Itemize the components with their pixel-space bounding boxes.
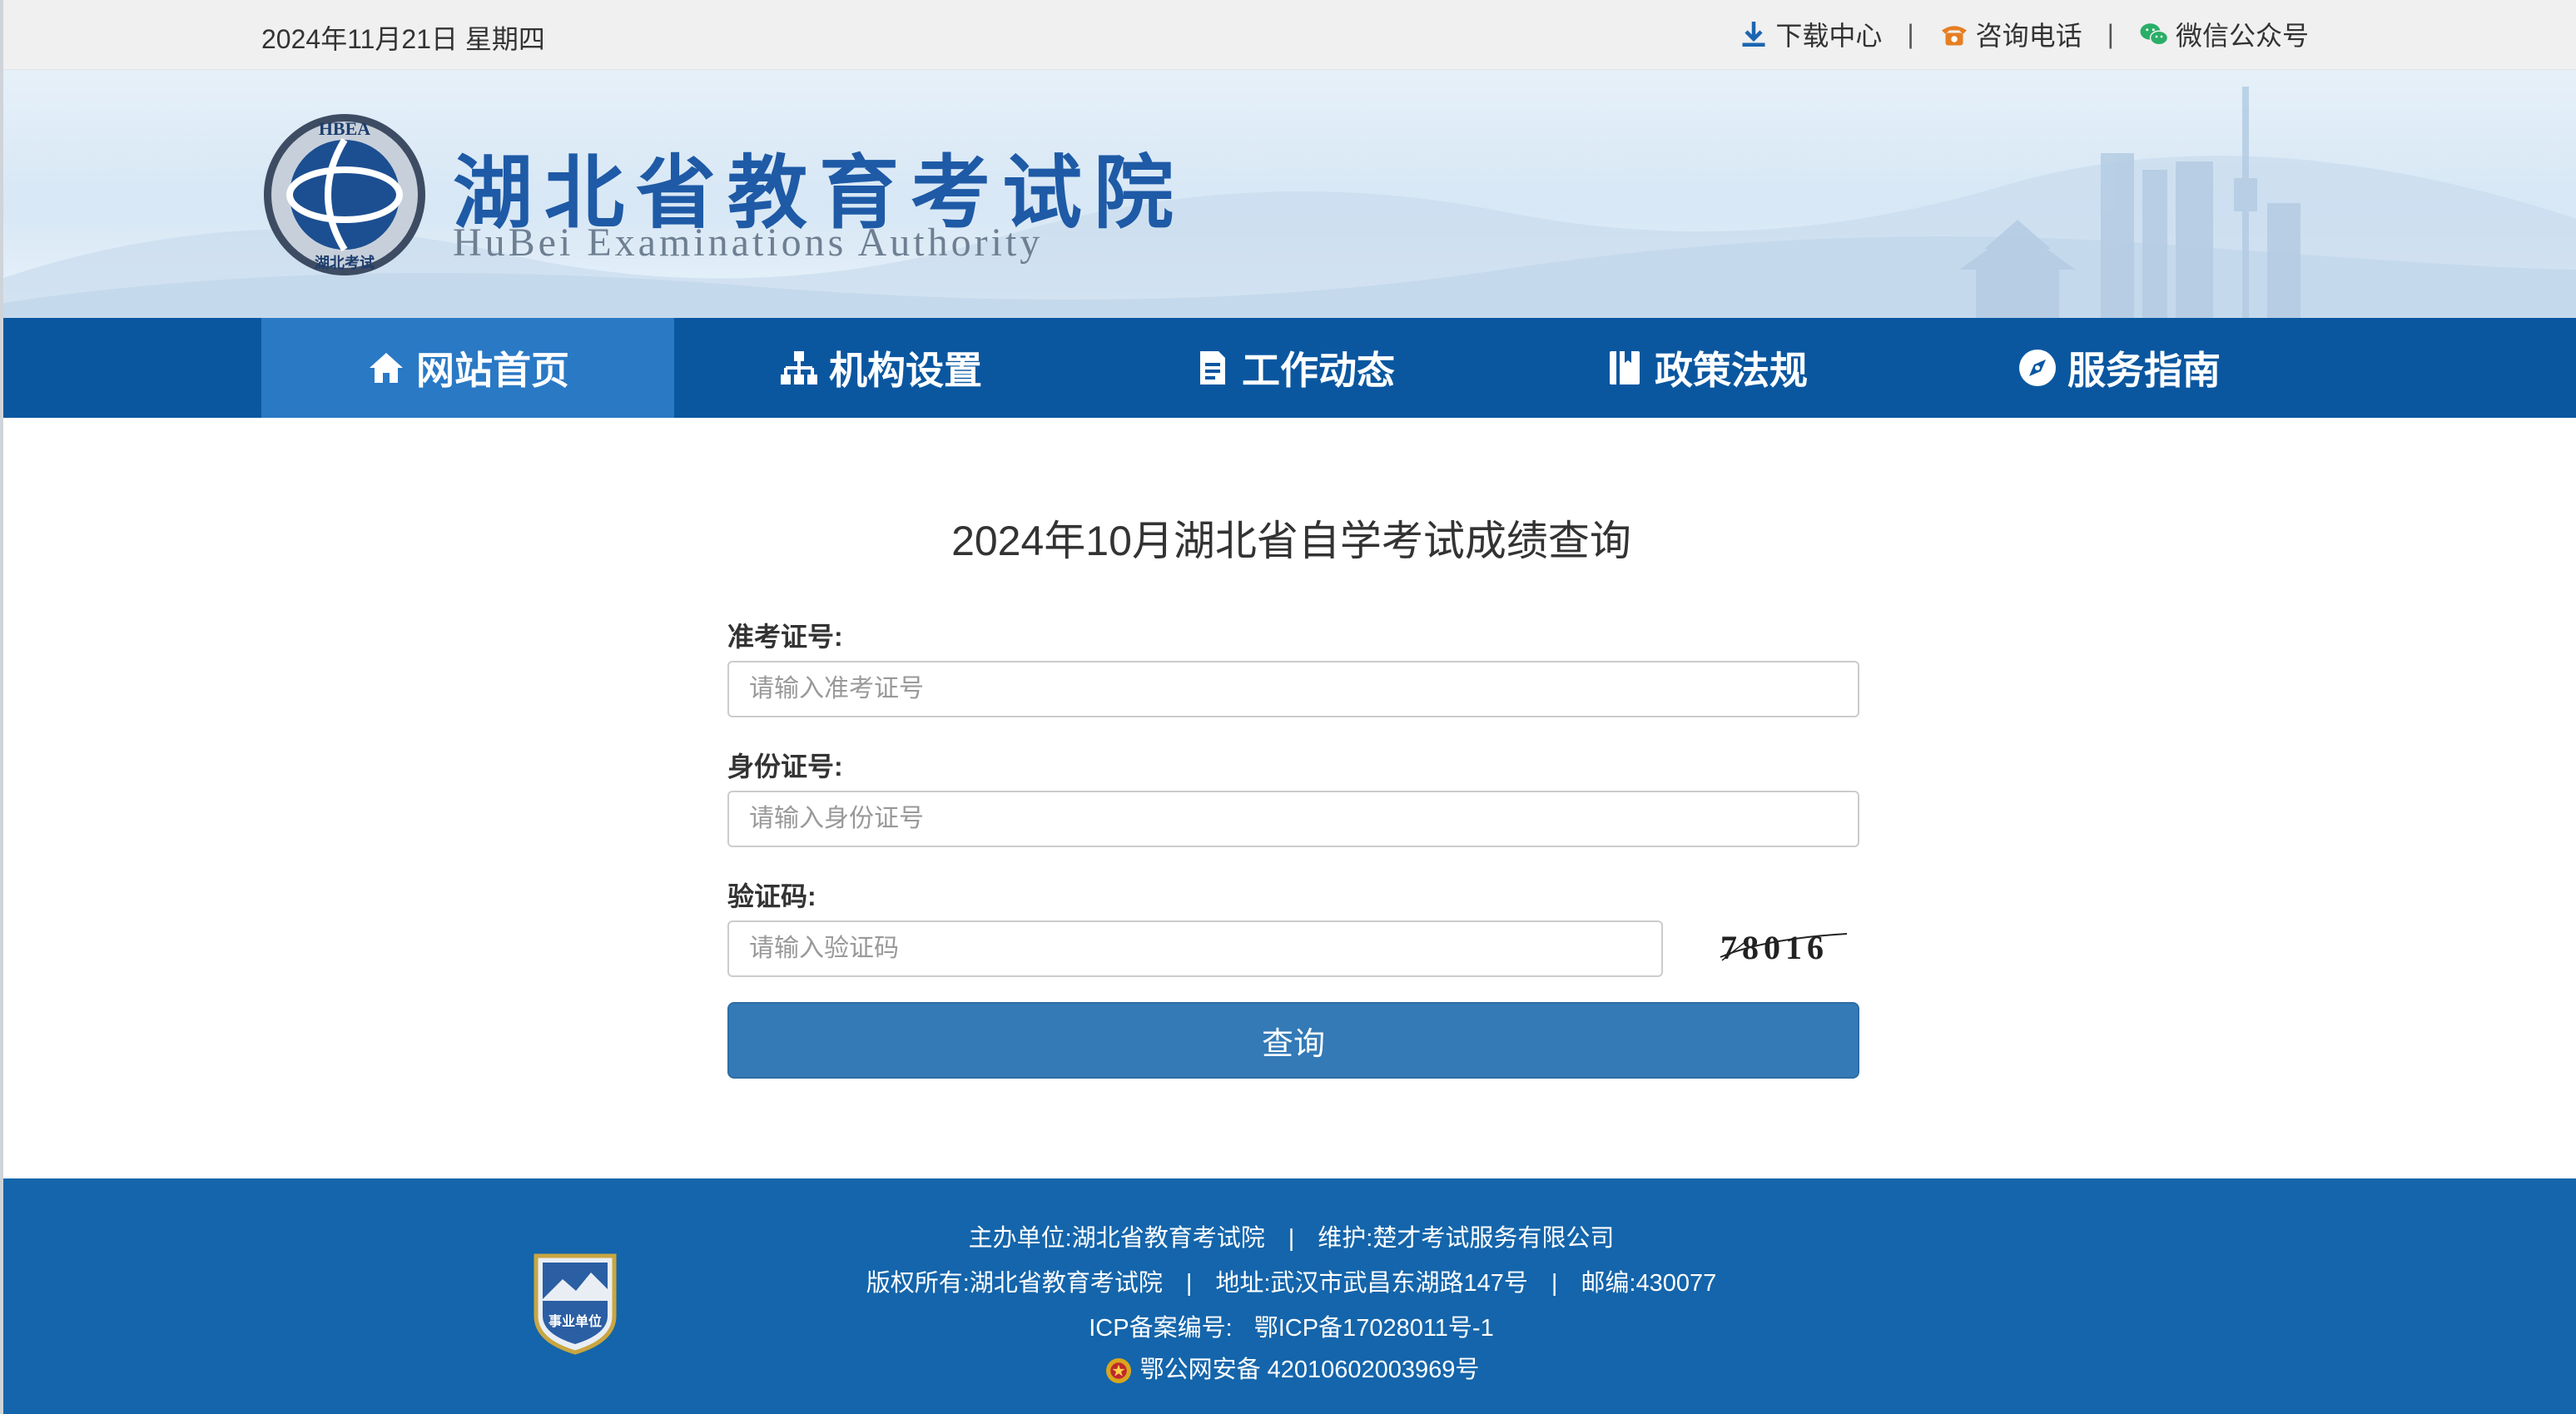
wechat-icon xyxy=(2140,23,2169,46)
police-emblem-icon xyxy=(1105,1358,1131,1384)
document-icon xyxy=(1200,351,1225,385)
download-icon xyxy=(1742,22,1765,47)
emblem-bottom-text: 湖北考试 xyxy=(315,254,375,272)
admission-number-input[interactable] xyxy=(727,661,1859,717)
footer-postcode: 邮编:430077 xyxy=(1581,1270,1717,1297)
footer-maintainer: 维护:楚才考试服务有限公司 xyxy=(1318,1225,1615,1252)
header-banner: HBEA 湖北考试 湖北省教育考试院 HuBei Examinations Au… xyxy=(3,70,2576,318)
footer: 事业单位 主办单位:湖北省教育考试院 | 维护:楚才考试服务有限公司 版权所有:湖北… xyxy=(3,1178,2576,1414)
query-submit-button[interactable]: 查询 xyxy=(727,1002,1859,1079)
footer-line-copyright: 版权所有:湖北省教育考试院 | 地址:武汉市武昌东湖路147号 | 邮编:430077 xyxy=(3,1263,2576,1298)
captcha-image[interactable]: 78016 xyxy=(1714,922,1855,972)
top-bar: 2024年11月21日 星期四 下载中心 | 咨询电话 | 微信公众号 xyxy=(3,0,2576,70)
captcha-input[interactable] xyxy=(727,920,1663,977)
id-number-input[interactable] xyxy=(727,791,1859,847)
site-subtitle: HuBei Examinations Authority xyxy=(453,221,1044,265)
current-date: 2024年11月21日 星期四 xyxy=(261,24,545,54)
nav-item-policies[interactable]: 政策法规 xyxy=(1500,318,1913,418)
nav-item-work-news[interactable]: 工作动态 xyxy=(1087,318,1500,418)
separator: | xyxy=(1185,1270,1193,1297)
org-chart-icon xyxy=(781,351,817,385)
separator: | xyxy=(1907,18,1914,49)
separator: | xyxy=(1288,1225,1295,1252)
nav-label: 机构设置 xyxy=(829,349,982,392)
footer-icp-link[interactable]: 鄂ICP备17028011号-1 xyxy=(1254,1315,1494,1342)
phone-icon xyxy=(1941,26,1967,46)
captcha-text: 78016 xyxy=(1720,929,1829,966)
admission-number-label: 准考证号: xyxy=(727,622,843,652)
separator: | xyxy=(2107,18,2114,49)
consult-phone-link[interactable]: 咨询电话 xyxy=(1939,15,2082,53)
submit-label: 查询 xyxy=(1261,1026,1325,1062)
query-form-title: 2024年10月湖北省自学考试成绩查询 xyxy=(951,518,1631,564)
top-links: 下载中心 | 咨询电话 | 微信公众号 xyxy=(1739,15,2309,53)
separator: | xyxy=(1551,1270,1558,1297)
wechat-account-label: 微信公众号 xyxy=(2175,21,2309,51)
emblem-letters: HBEA xyxy=(319,118,370,139)
wechat-account-link[interactable]: 微信公众号 xyxy=(2139,15,2309,53)
page-frame: 2024年11月21日 星期四 下载中心 | 咨询电话 | 微信公众号 HBEA… xyxy=(0,0,2576,1414)
footer-police-record-link[interactable]: 鄂公网安备 42010602003969号 xyxy=(1140,1357,1480,1383)
download-center-link[interactable]: 下载中心 xyxy=(1739,15,1882,53)
nav-label: 服务指南 xyxy=(2067,349,2221,392)
footer-line-host: 主办单位:湖北省教育考试院 | 维护:楚才考试服务有限公司 xyxy=(3,1218,2576,1253)
hbea-logo-emblem: HBEA 湖北考试 xyxy=(264,114,425,275)
footer-line-police: 鄂公网安备 42010602003969号 xyxy=(3,1350,2576,1386)
compass-icon xyxy=(2019,350,2056,386)
footer-address: 地址:武汉市武昌东湖路147号 xyxy=(1215,1270,1528,1297)
consult-phone-label: 咨询电话 xyxy=(1975,21,2082,51)
home-icon xyxy=(370,353,403,383)
nav-label: 政策法规 xyxy=(1655,349,1808,392)
nav-item-service-guide[interactable]: 服务指南 xyxy=(1913,318,2325,418)
nav-label: 网站首页 xyxy=(416,349,569,392)
footer-line-icp: ICP备案编号: 鄂ICP备17028011号-1 xyxy=(3,1308,2576,1343)
download-center-label: 下载中心 xyxy=(1775,21,1883,51)
nav-item-organization[interactable]: 机构设置 xyxy=(674,318,1087,418)
captcha-label: 验证码: xyxy=(727,881,816,911)
footer-copyright: 版权所有:湖北省教育考试院 xyxy=(866,1270,1163,1297)
nav-label: 工作动态 xyxy=(1242,349,1395,392)
main-nav: 网站首页 机构设置 工作动态 政策法规 服务指南 xyxy=(3,318,2576,418)
footer-host: 主办单位:湖北省教育考试院 xyxy=(968,1225,1265,1252)
footer-icp-label: ICP备案编号: xyxy=(1089,1315,1233,1342)
nav-item-home[interactable]: 网站首页 xyxy=(261,318,674,418)
book-icon xyxy=(1610,351,1640,385)
id-number-label: 身份证号: xyxy=(727,752,843,781)
